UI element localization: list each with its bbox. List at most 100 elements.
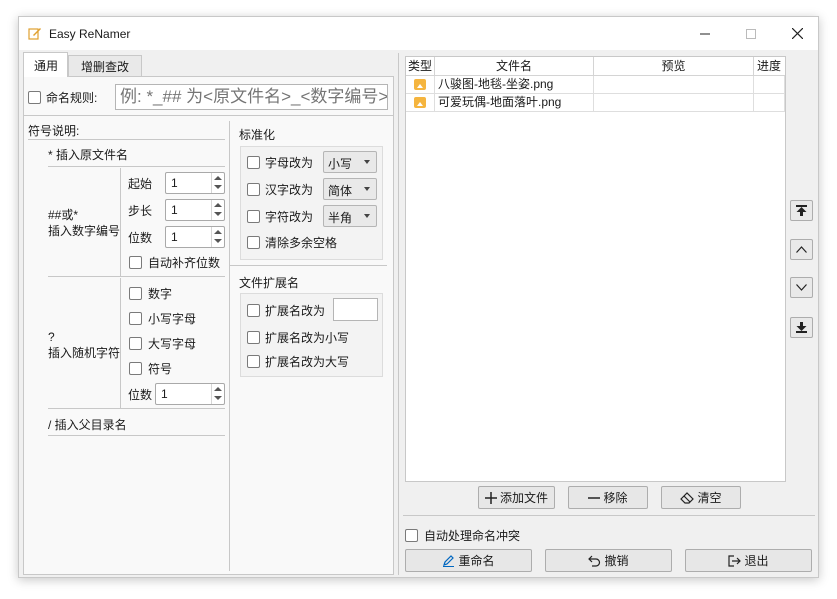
move-down-button[interactable] bbox=[790, 277, 813, 298]
spin-arrows-icon[interactable] bbox=[211, 200, 224, 220]
standardize-header: 标准化 bbox=[239, 128, 276, 142]
random-symbols-label: 符号 bbox=[148, 362, 173, 376]
image-file-icon bbox=[414, 97, 426, 108]
table-row[interactable]: 八骏图-地毯-坐姿.png bbox=[406, 76, 785, 94]
ext-upper-checkbox[interactable] bbox=[247, 355, 260, 368]
chevron-down-icon bbox=[796, 284, 807, 291]
letters-value: 小写 bbox=[328, 157, 353, 171]
spin-arrows-icon[interactable] bbox=[211, 384, 224, 404]
file-table[interactable]: 类型 文件名 预览 进度 八骏图-地毯-坐姿.png 可爱玩偶-地面落叶.png bbox=[405, 56, 786, 482]
naming-rule-input[interactable] bbox=[115, 84, 388, 110]
clear-label: 清空 bbox=[697, 491, 722, 505]
chinese-label: 汉字改为 bbox=[265, 183, 314, 197]
spaces-checkbox[interactable] bbox=[247, 236, 260, 249]
panel-divider bbox=[398, 53, 399, 575]
divider bbox=[120, 278, 121, 408]
exit-icon bbox=[728, 554, 742, 567]
chars-value: 半角 bbox=[328, 211, 353, 225]
exit-label: 退出 bbox=[744, 554, 769, 568]
tab-edit[interactable]: 增删查改 bbox=[68, 55, 142, 77]
ext-input[interactable] bbox=[333, 298, 378, 321]
naming-rule-label: 命名规则: bbox=[46, 91, 98, 105]
chars-checkbox[interactable] bbox=[247, 210, 260, 223]
random-digits-label: 数字 bbox=[148, 287, 173, 301]
exit-button[interactable]: 退出 bbox=[685, 549, 812, 572]
column-header-progress[interactable]: 进度 bbox=[754, 57, 784, 76]
start-spinbox[interactable]: 1 bbox=[165, 172, 225, 194]
chars-select[interactable]: 半角 bbox=[323, 205, 377, 227]
ext-change-checkbox[interactable] bbox=[247, 304, 260, 317]
close-icon bbox=[791, 28, 803, 39]
tab-general-label: 通用 bbox=[34, 59, 59, 73]
auto-conflict-checkbox[interactable] bbox=[405, 529, 418, 542]
step-value: 1 bbox=[171, 203, 178, 217]
minimize-button[interactable] bbox=[682, 17, 728, 50]
column-header-filename[interactable]: 文件名 bbox=[435, 57, 594, 76]
divider bbox=[48, 166, 225, 167]
random-length-spinbox[interactable]: 1 bbox=[155, 383, 225, 405]
move-up-button[interactable] bbox=[790, 239, 813, 260]
chevron-down-icon bbox=[364, 187, 370, 191]
letters-select[interactable]: 小写 bbox=[323, 151, 377, 173]
letters-label: 字母改为 bbox=[265, 156, 314, 170]
image-file-icon bbox=[414, 79, 426, 90]
step-spinbox[interactable]: 1 bbox=[165, 199, 225, 221]
column-header-type[interactable]: 类型 bbox=[406, 57, 435, 76]
divider bbox=[48, 435, 225, 436]
rename-button[interactable]: 重命名 bbox=[405, 549, 532, 572]
add-file-button[interactable]: 添加文件 bbox=[478, 486, 555, 509]
undo-label: 撤销 bbox=[604, 554, 629, 568]
app-edit-icon bbox=[28, 28, 41, 40]
close-button[interactable] bbox=[774, 17, 818, 50]
letters-checkbox[interactable] bbox=[247, 156, 260, 169]
divider bbox=[403, 515, 815, 516]
column-header-preview[interactable]: 预览 bbox=[594, 57, 754, 76]
digits-spinbox[interactable]: 1 bbox=[165, 226, 225, 248]
auto-pad-checkbox[interactable] bbox=[129, 256, 142, 269]
table-row[interactable]: 可爱玩偶-地面落叶.png bbox=[406, 94, 785, 112]
eraser-icon bbox=[680, 492, 695, 504]
chinese-checkbox[interactable] bbox=[247, 183, 260, 196]
standardize-group: 字母改为 小写 汉字改为 简体 字符改为 半角 清除多余空格 bbox=[240, 146, 383, 260]
random-length-value: 1 bbox=[161, 387, 168, 401]
chevron-up-icon bbox=[796, 246, 807, 253]
pencil-icon bbox=[443, 555, 455, 567]
maximize-button[interactable] bbox=[728, 17, 774, 50]
number-symbol-label: ##或* bbox=[48, 208, 79, 222]
random-digits-checkbox[interactable] bbox=[129, 287, 142, 300]
plus-icon bbox=[484, 491, 497, 504]
minus-icon bbox=[588, 496, 601, 499]
clear-button[interactable]: 清空 bbox=[661, 486, 741, 509]
undo-button[interactable]: 撤销 bbox=[545, 549, 672, 572]
move-to-bottom-icon bbox=[796, 322, 807, 333]
type-cell bbox=[406, 94, 435, 112]
digits-label: 位数 bbox=[128, 231, 153, 245]
remove-button[interactable]: 移除 bbox=[568, 486, 648, 509]
spin-arrows-icon[interactable] bbox=[211, 173, 224, 193]
random-lowercase-checkbox[interactable] bbox=[129, 312, 142, 325]
naming-rule-checkbox[interactable] bbox=[28, 91, 41, 104]
move-top-button[interactable] bbox=[790, 200, 813, 221]
divider bbox=[28, 139, 225, 140]
tab-general[interactable]: 通用 bbox=[23, 52, 68, 77]
ext-lower-label: 扩展名改为小写 bbox=[265, 331, 350, 345]
column-divider bbox=[229, 121, 230, 571]
title-bar: Easy ReNamer bbox=[19, 17, 818, 50]
random-uppercase-checkbox[interactable] bbox=[129, 337, 142, 350]
spin-arrows-icon[interactable] bbox=[211, 227, 224, 247]
progress-cell bbox=[754, 76, 785, 94]
divider bbox=[120, 168, 121, 276]
insert-random-label: 插入随机字符 bbox=[48, 346, 121, 360]
divider bbox=[48, 276, 225, 277]
random-lowercase-label: 小写字母 bbox=[148, 312, 197, 326]
filename-cell: 可爱玩偶-地面落叶.png bbox=[435, 94, 594, 112]
window-title: Easy ReNamer bbox=[49, 27, 131, 41]
ext-lower-checkbox[interactable] bbox=[247, 331, 260, 344]
undo-icon bbox=[588, 555, 601, 567]
random-symbols-checkbox[interactable] bbox=[129, 362, 142, 375]
chinese-value: 简体 bbox=[328, 184, 353, 198]
table-header: 类型 文件名 预览 进度 bbox=[406, 57, 785, 76]
move-bottom-button[interactable] bbox=[790, 317, 813, 338]
chinese-select[interactable]: 简体 bbox=[323, 178, 377, 200]
symbols-header: 符号说明: bbox=[28, 124, 80, 138]
